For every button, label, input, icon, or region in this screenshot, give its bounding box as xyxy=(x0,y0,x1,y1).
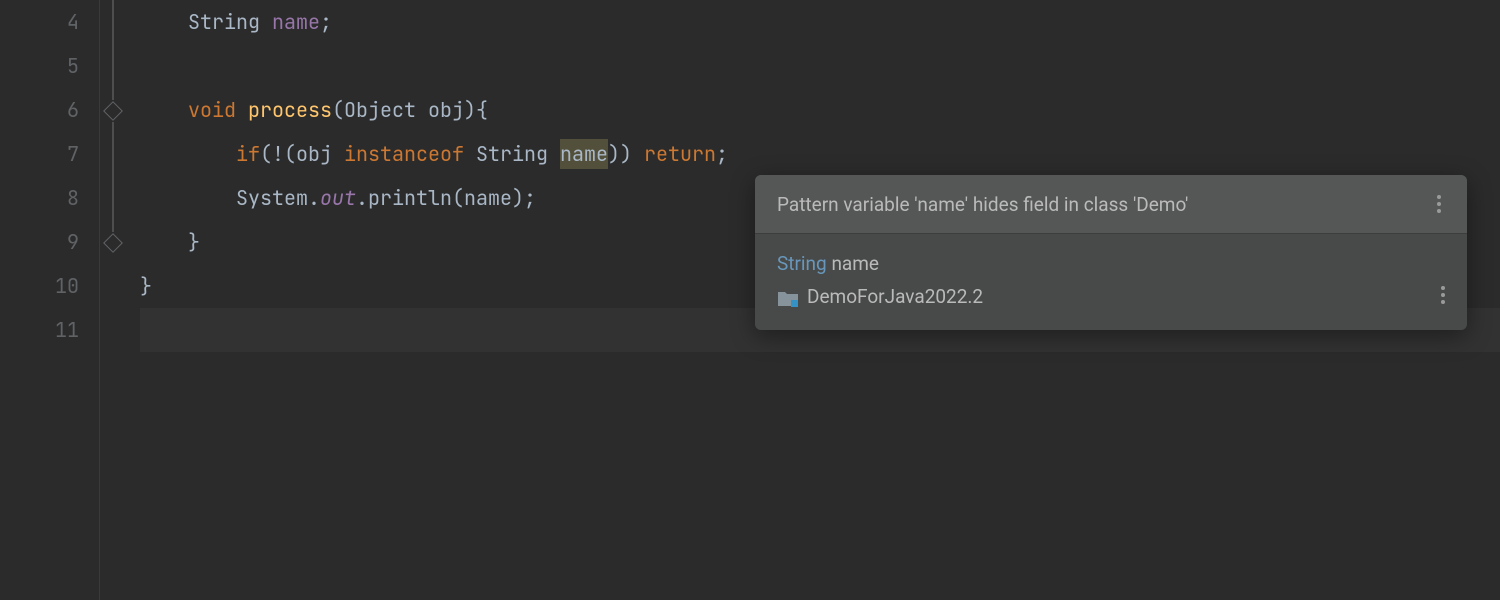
module-name: DemoForJava2022.2 xyxy=(807,285,983,308)
code-line[interactable]: void process(Object obj){ xyxy=(140,88,1500,132)
module-folder-icon xyxy=(777,289,797,305)
fold-marker-close-icon[interactable] xyxy=(103,233,123,253)
inspection-message: Pattern variable 'name' hides field in c… xyxy=(777,193,1188,216)
line-number: 10 xyxy=(0,264,79,308)
line-number: 6 xyxy=(0,88,79,132)
line-number: 8 xyxy=(0,176,79,220)
line-number: 9 xyxy=(0,220,79,264)
inspection-tooltip: Pattern variable 'name' hides field in c… xyxy=(755,175,1467,330)
declaration-type: String xyxy=(777,252,827,275)
highlighted-identifier[interactable]: name xyxy=(560,139,608,169)
line-number: 5 xyxy=(0,44,79,88)
declaration-location: DemoForJava2022.2 xyxy=(777,285,1445,308)
more-actions-icon[interactable] xyxy=(1433,191,1445,217)
code-line[interactable]: if(!(obj instanceof String name)) return… xyxy=(140,132,1500,176)
line-number-gutter: 4 5 6 7 8 9 10 11 xyxy=(0,0,100,600)
tooltip-body: String name DemoForJava2022.2 xyxy=(755,234,1467,330)
declaration-name: name xyxy=(831,252,879,275)
fold-marker-open-icon[interactable] xyxy=(103,101,123,121)
line-number: 4 xyxy=(0,0,79,44)
code-line[interactable]: String name; xyxy=(140,0,1500,44)
more-options-icon[interactable] xyxy=(1437,282,1449,308)
line-number: 7 xyxy=(0,132,79,176)
line-number: 11 xyxy=(0,308,79,352)
declaration-info: String name xyxy=(777,252,1445,275)
fold-gutter xyxy=(100,0,130,600)
tooltip-header: Pattern variable 'name' hides field in c… xyxy=(755,175,1467,234)
code-line[interactable] xyxy=(140,44,1500,88)
